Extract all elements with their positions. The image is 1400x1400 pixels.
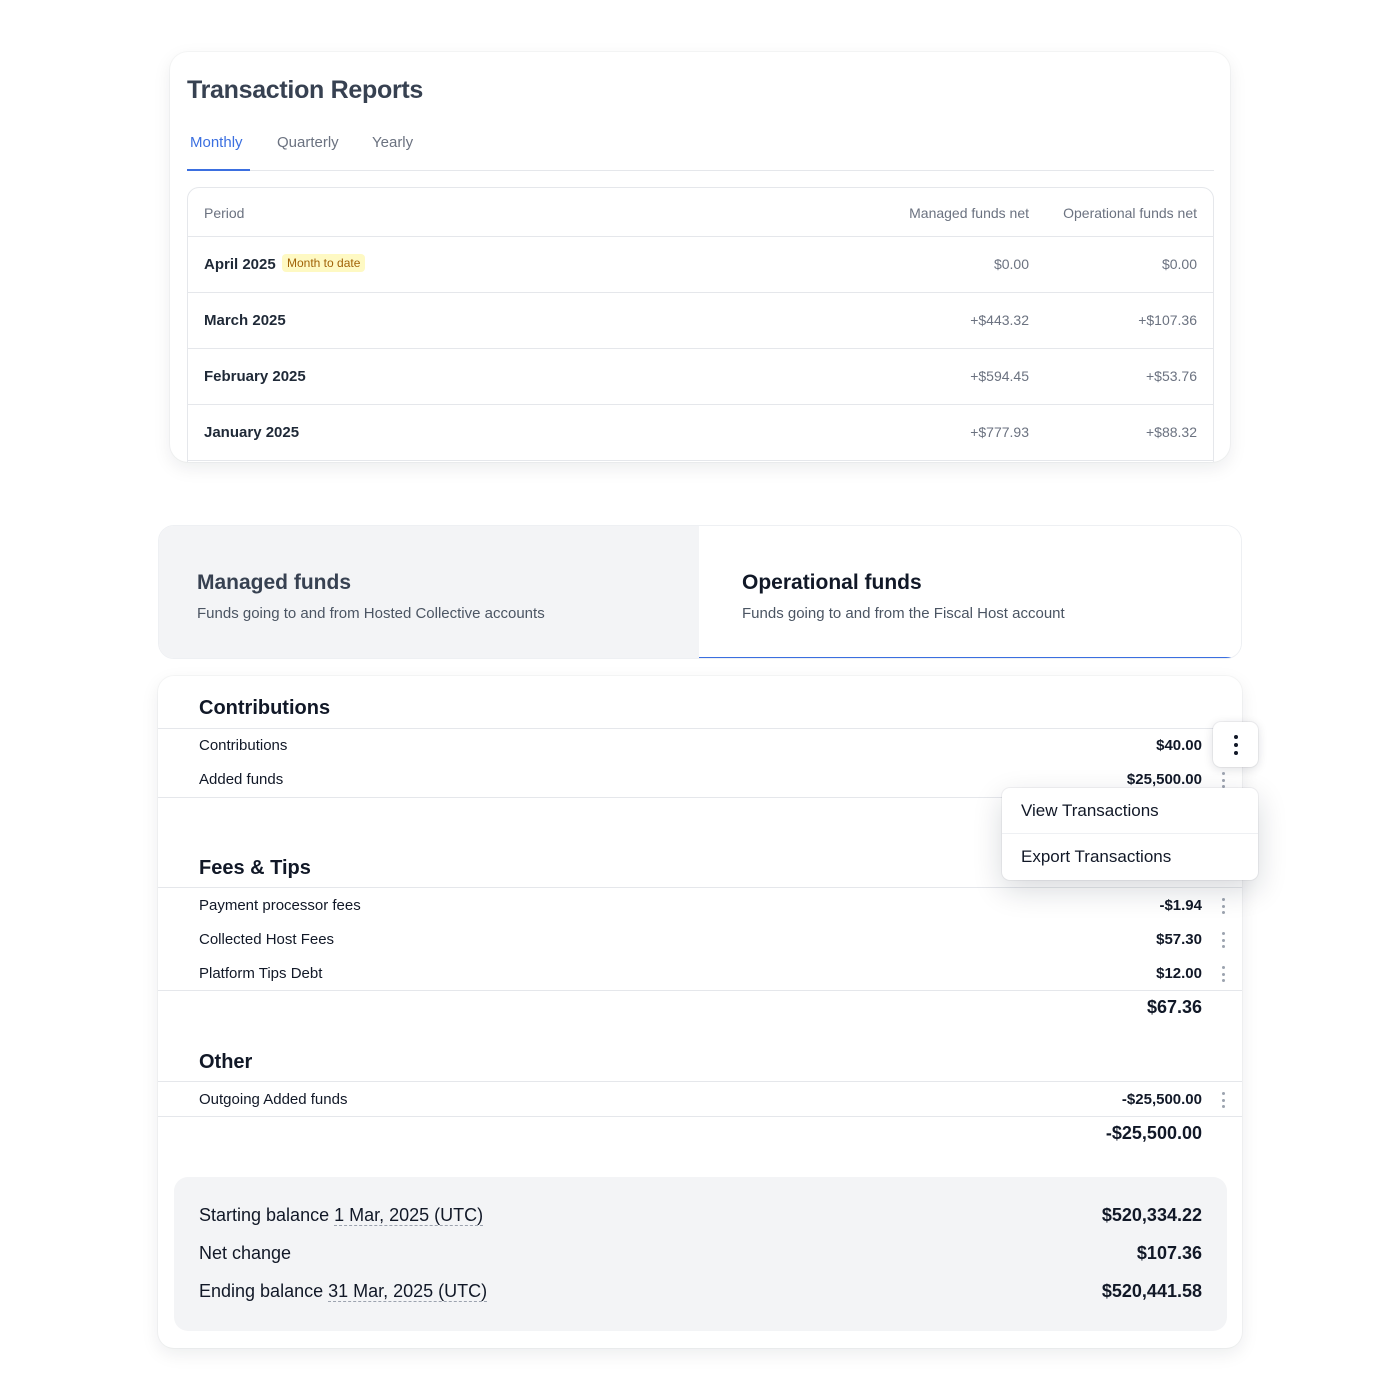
menu-item-export-transactions[interactable]: Export Transactions — [1021, 847, 1171, 867]
row-operational-net: +$53.76 — [1146, 368, 1197, 384]
row-managed-net: +$777.93 — [970, 424, 1029, 440]
section-title-contributions: Contributions — [199, 697, 331, 719]
line-item-amount: $57.30 — [1156, 931, 1202, 948]
funds-type-tabs: Managed funds Funds going to and from Ho… — [158, 525, 1242, 659]
net-change-amount: $107.36 — [1136, 1243, 1202, 1263]
row-managed-net: $0.00 — [993, 256, 1029, 272]
table-row[interactable]: January 2025 +$777.93 +$88.32 — [188, 405, 1213, 461]
row-period: April 2025 — [204, 256, 276, 273]
more-options-icon[interactable] — [1218, 1092, 1228, 1108]
ending-balance-date[interactable]: 31 Mar, 2025 (UTC) — [328, 1281, 488, 1302]
row-managed-net: +$443.32 — [970, 312, 1029, 328]
more-options-icon[interactable] — [1218, 966, 1228, 982]
table-row[interactable]: March 2025 +$443.32 +$107.36 — [188, 293, 1213, 349]
starting-balance-prefix: Starting balance — [199, 1205, 335, 1225]
divider — [158, 1081, 1242, 1082]
column-header-managed: Managed funds net — [909, 205, 1029, 221]
tab-operational-funds[interactable]: Operational funds Funds going to and fro… — [699, 526, 1241, 658]
active-tab-indicator — [187, 169, 250, 171]
ending-balance-amount: $520,441.58 — [1101, 1281, 1202, 1301]
line-item-label: Platform Tips Debt — [199, 965, 323, 982]
table-row[interactable]: February 2025 +$594.45 +$53.76 — [188, 349, 1213, 405]
row-period: January 2025 — [204, 424, 300, 441]
table-header: Period Managed funds net Operational fun… — [188, 188, 1213, 237]
section-total-fees: $67.36 — [1146, 997, 1202, 1017]
page-title: Transaction Reports — [187, 76, 424, 104]
line-item-amount: -$25,500.00 — [1121, 1091, 1202, 1108]
ending-balance-prefix: Ending balance — [199, 1281, 329, 1301]
line-item-amount: $12.00 — [1156, 965, 1202, 982]
line-item-label: Collected Host Fees — [199, 931, 335, 948]
line-item-amount: -$1.94 — [1159, 897, 1202, 914]
line-item-amount: $40.00 — [1156, 737, 1202, 754]
line-item-amount: $25,500.00 — [1126, 771, 1202, 788]
status-badge: Month to date — [282, 254, 366, 272]
active-tab-indicator — [699, 657, 1237, 658]
row-operational-net: $0.00 — [1161, 256, 1197, 272]
tab-operational-subtitle: Funds going to and from the Fiscal Host … — [742, 605, 1065, 622]
menu-item-view-transactions[interactable]: View Transactions — [1021, 801, 1159, 821]
more-options-icon[interactable] — [1218, 932, 1228, 948]
row-operational-net: +$107.36 — [1138, 312, 1197, 328]
divider — [158, 887, 1242, 888]
section-title-other: Other — [199, 1051, 253, 1073]
more-options-icon[interactable] — [1218, 772, 1228, 788]
tab-yearly[interactable]: Yearly — [372, 134, 413, 151]
divider — [158, 990, 1242, 991]
transaction-reports-card: Transaction Reports Monthly Quarterly Ye… — [170, 52, 1230, 462]
report-period-tabs: Monthly Quarterly Yearly — [187, 130, 1214, 171]
tab-managed-title: Managed funds — [197, 571, 352, 594]
line-item-label: Payment processor fees — [199, 897, 361, 914]
column-header-operational: Operational funds net — [1063, 205, 1197, 221]
line-item-label: Outgoing Added funds — [199, 1091, 348, 1108]
table-row[interactable]: April 2025 Month to date $0.00 $0.00 — [188, 237, 1213, 293]
more-options-icon[interactable] — [1213, 722, 1258, 767]
net-change-label: Net change — [199, 1243, 292, 1263]
divider — [158, 1116, 1242, 1117]
starting-balance-date[interactable]: 1 Mar, 2025 (UTC) — [334, 1205, 484, 1226]
section-total-other: -$25,500.00 — [1105, 1123, 1202, 1143]
tab-monthly[interactable]: Monthly — [190, 134, 243, 151]
column-header-period: Period — [204, 205, 245, 221]
tab-quarterly[interactable]: Quarterly — [277, 134, 339, 151]
tab-managed-subtitle: Funds going to and from Hosted Collectiv… — [197, 605, 545, 622]
tab-operational-title: Operational funds — [742, 571, 922, 594]
divider — [158, 728, 1242, 729]
line-item-label: Contributions — [199, 737, 288, 754]
starting-balance-amount: $520,334.22 — [1101, 1205, 1202, 1225]
row-operational-net: +$88.32 — [1146, 424, 1197, 440]
ending-balance-label: Ending balance 31 Mar, 2025 (UTC) — [199, 1281, 488, 1302]
more-options-icon[interactable] — [1218, 898, 1228, 914]
section-title-fees-tips: Fees & Tips — [199, 857, 311, 879]
line-item-label: Added funds — [199, 771, 284, 788]
menu-divider — [1002, 833, 1258, 834]
starting-balance-label: Starting balance 1 Mar, 2025 (UTC) — [199, 1205, 484, 1226]
funds-breakdown-card: Contributions Contributions $40.00 Added… — [158, 676, 1258, 1348]
row-period: February 2025 — [204, 368, 306, 385]
report-table: Period Managed funds net Operational fun… — [187, 187, 1214, 462]
row-managed-net: +$594.45 — [970, 368, 1029, 384]
row-actions-menu: View Transactions Export Transactions — [1002, 788, 1258, 880]
balance-summary: Starting balance 1 Mar, 2025 (UTC) $520,… — [174, 1177, 1227, 1331]
tab-managed-funds[interactable]: Managed funds Funds going to and from Ho… — [159, 526, 699, 658]
row-period: March 2025 — [204, 312, 286, 329]
